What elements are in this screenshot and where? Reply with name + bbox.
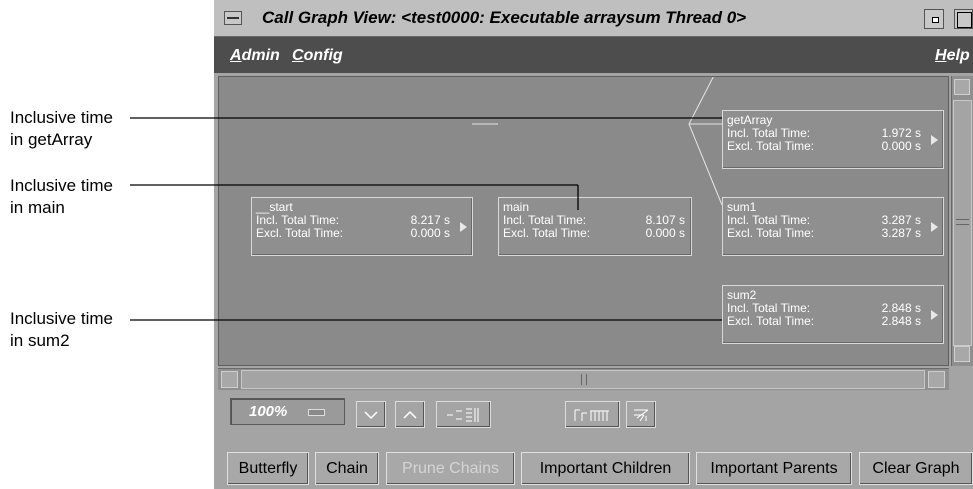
- chevron-down-icon: [364, 411, 378, 420]
- menu-admin[interactable]: Admin: [230, 47, 280, 65]
- horizontal-scrollbar[interactable]: [218, 368, 949, 390]
- annotation-text: in main: [10, 198, 65, 217]
- annotation-main: Inclusive time in main: [10, 175, 113, 219]
- menu-config[interactable]: Config: [292, 47, 343, 65]
- excl-label: Excl. Total Time:: [727, 139, 815, 153]
- annotation-text: Inclusive time: [10, 309, 113, 328]
- action-button-bar: Butterfly Chain Prune Chains Important C…: [214, 444, 973, 489]
- chevron-up-icon: [403, 410, 417, 419]
- rotate-layout-icon: [634, 409, 649, 422]
- zoom-level: 100%: [249, 403, 288, 420]
- excl-label: Excl. Total Time:: [256, 226, 344, 240]
- annotation-sum2: Inclusive time in sum2: [10, 308, 113, 352]
- layout-rotate-button[interactable]: [626, 401, 656, 428]
- overview-button[interactable]: [436, 401, 491, 428]
- zoom-menu[interactable]: 100%: [230, 398, 345, 425]
- call-graph-window: Call Graph View: <test0000: Executable a…: [214, 0, 973, 489]
- excl-time: 0.000 s: [645, 226, 685, 240]
- scroll-up-arrow-icon[interactable]: [954, 79, 970, 95]
- overview-icon: [446, 408, 478, 422]
- graph-toolbar: 100%: [214, 392, 973, 436]
- zoom-in-button[interactable]: [395, 401, 425, 428]
- annotation-text: in sum2: [10, 331, 70, 350]
- node-main[interactable]: main Incl. Total Time: 8.107 s Excl. Tota…: [498, 197, 692, 256]
- excl-label: Excl. Total Time:: [727, 314, 815, 328]
- expand-arrow-icon[interactable]: [931, 222, 938, 232]
- expand-arrow-icon[interactable]: [931, 310, 938, 320]
- annotation-text: in getArray: [10, 130, 93, 149]
- node-sum1[interactable]: sum1 Incl. Total Time: 3.287 s Excl. Tota…: [722, 197, 944, 256]
- menu-bar: Admin Config Help: [214, 37, 973, 73]
- zoom-out-button[interactable]: [356, 401, 386, 428]
- edge-main-getarray: [688, 77, 714, 125]
- butterfly-button[interactable]: Butterfly: [227, 452, 309, 485]
- annotation-text: Inclusive time: [10, 108, 113, 127]
- excl-time: 0.000 s: [881, 139, 921, 153]
- node-start[interactable]: __start Incl. Total Time: 8.217 s Excl. T…: [251, 197, 473, 256]
- scroll-left-arrow-icon[interactable]: [221, 371, 238, 388]
- expand-arrow-icon[interactable]: [931, 135, 938, 145]
- annotation-text: Inclusive time: [10, 176, 113, 195]
- horizontal-layout-icon: [574, 409, 609, 421]
- scroll-down-arrow-icon[interactable]: [954, 346, 970, 362]
- minimize-button[interactable]: [924, 9, 944, 29]
- excl-label: Excl. Total Time:: [503, 226, 591, 240]
- call-graph-canvas[interactable]: __start Incl. Total Time: 8.217 s Excl. T…: [218, 76, 949, 366]
- excl-label: Excl. Total Time:: [727, 226, 815, 240]
- option-menu-icon: [308, 409, 325, 416]
- annotation-getarray: Inclusive time in getArray: [10, 107, 113, 151]
- scroll-right-arrow-icon[interactable]: [928, 371, 945, 388]
- prune-chains-button[interactable]: Prune Chains: [386, 452, 515, 485]
- title-bar[interactable]: Call Graph View: <test0000: Executable a…: [214, 0, 973, 37]
- vertical-scroll-thumb[interactable]: [953, 100, 972, 346]
- edge-main-sum2: [688, 123, 723, 206]
- window-menu-button[interactable]: [224, 11, 242, 25]
- layout-horizontal-button[interactable]: [565, 401, 620, 428]
- excl-time: 0.000 s: [410, 226, 450, 240]
- excl-time: 2.848 s: [881, 314, 921, 328]
- maximize-button[interactable]: [954, 9, 973, 29]
- vertical-scrollbar[interactable]: [951, 76, 973, 366]
- window-title: Call Graph View: <test0000: Executable a…: [262, 8, 747, 27]
- menu-help[interactable]: Help: [935, 47, 970, 65]
- chain-button[interactable]: Chain: [315, 452, 379, 485]
- node-sum2[interactable]: sum2 Incl. Total Time: 2.848 s Excl. Tota…: [722, 285, 944, 344]
- horizontal-scroll-thumb[interactable]: [241, 370, 925, 389]
- important-children-button[interactable]: Important Children: [521, 452, 690, 485]
- important-parents-button[interactable]: Important Parents: [696, 452, 852, 485]
- node-getarray[interactable]: getArray Incl. Total Time: 1.972 s Excl. …: [722, 110, 944, 169]
- excl-time: 3.287 s: [881, 226, 921, 240]
- clear-graph-button[interactable]: Clear Graph: [859, 452, 973, 485]
- expand-arrow-icon[interactable]: [460, 222, 467, 232]
